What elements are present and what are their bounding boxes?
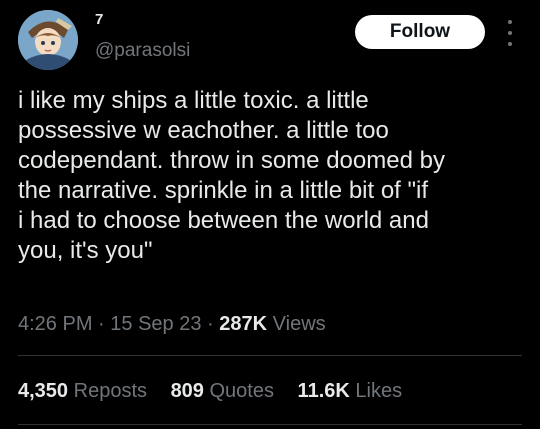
tweet-time[interactable]: 4:26 PM bbox=[18, 313, 92, 335]
more-options-icon[interactable] bbox=[503, 20, 517, 46]
reposts-stat[interactable]: 4,350 Reposts bbox=[18, 380, 153, 402]
reposts-count: 4,350 bbox=[18, 380, 69, 402]
tweet-meta: 4:26 PM · 15 Sep 23 · 287K Views bbox=[18, 313, 326, 336]
tweet-date[interactable]: 15 Sep 23 bbox=[110, 313, 201, 335]
meta-separator: · bbox=[207, 313, 214, 335]
reposts-label: Reposts bbox=[73, 380, 147, 402]
divider bbox=[18, 355, 522, 356]
quotes-label: Quotes bbox=[209, 380, 274, 402]
engagement-stats: 4,350 Reposts 809 Quotes 11.6K Likes bbox=[18, 380, 420, 403]
more-dot bbox=[508, 42, 512, 46]
author-display-name[interactable]: 7 bbox=[95, 11, 103, 28]
quotes-stat[interactable]: 809 Quotes bbox=[171, 380, 280, 402]
tweet-text: i like my ships a little toxic. a little… bbox=[18, 87, 445, 264]
more-dot bbox=[508, 20, 512, 24]
meta-separator: · bbox=[98, 313, 105, 335]
quotes-count: 809 bbox=[170, 380, 204, 402]
avatar[interactable] bbox=[18, 10, 78, 70]
likes-label: Likes bbox=[355, 380, 403, 402]
author-handle[interactable]: @parasolsi bbox=[95, 40, 190, 62]
likes-stat[interactable]: 11.6K Likes bbox=[298, 380, 403, 402]
follow-button[interactable]: Follow bbox=[355, 15, 485, 49]
likes-count: 11.6K bbox=[297, 380, 350, 402]
views-label: Views bbox=[272, 313, 326, 335]
divider bbox=[18, 424, 522, 425]
more-dot bbox=[508, 31, 512, 35]
avatar-illustration bbox=[18, 10, 78, 70]
views-count: 287K bbox=[219, 313, 268, 335]
